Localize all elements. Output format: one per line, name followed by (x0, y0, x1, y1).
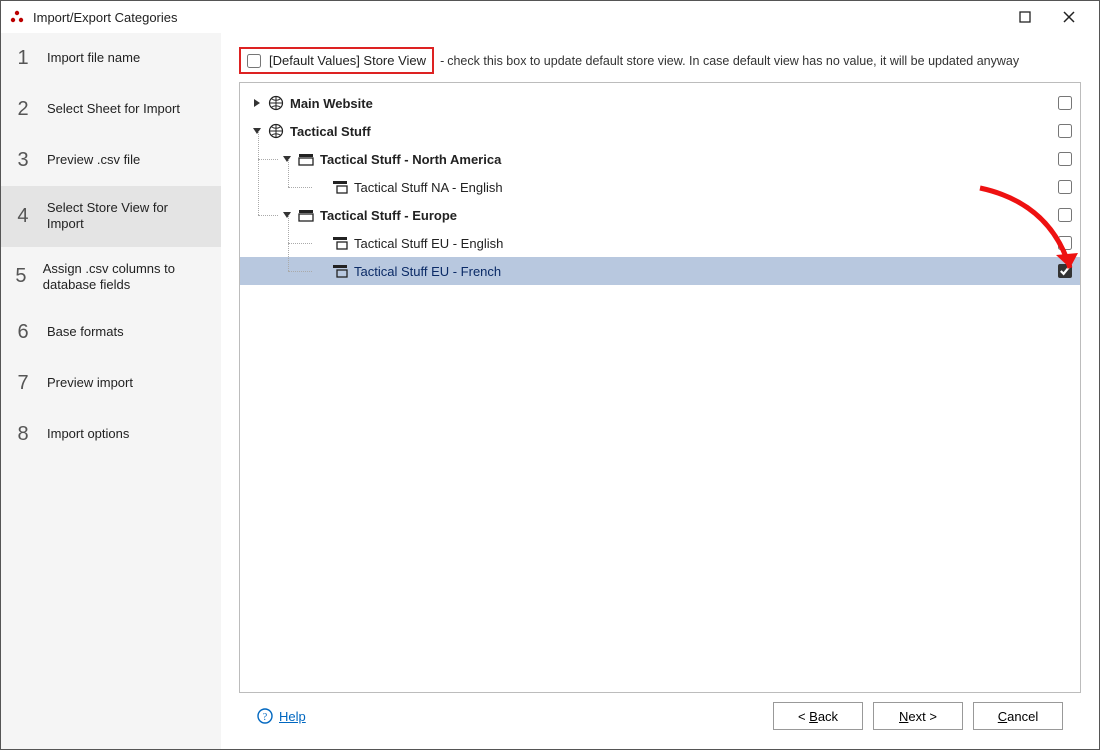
step-number: 8 (15, 423, 31, 446)
store-group-icon (298, 151, 314, 167)
expand-toggle[interactable] (250, 96, 264, 110)
step-label: Preview import (47, 375, 133, 391)
cancel-button[interactable]: Cancel (973, 702, 1063, 730)
step-number: 5 (15, 265, 27, 288)
tree-node-checkbox[interactable] (1058, 96, 1072, 110)
step-label: Import options (47, 426, 129, 442)
wizard-body: 1 Import file name 2 Select Sheet for Im… (1, 33, 1099, 749)
store-view-icon (332, 235, 348, 251)
wizard-footer: ? Help < Back Next > Cancel (239, 693, 1081, 749)
tree-node-store-view[interactable]: Tactical Stuff EU - French (240, 257, 1080, 285)
step-number: 6 (15, 321, 31, 344)
tree-node-checkbox[interactable] (1058, 152, 1072, 166)
store-view-icon (332, 179, 348, 195)
help-label: Help (279, 709, 306, 724)
step-4[interactable]: 4 Select Store View for Import (1, 186, 221, 247)
tree-node-website[interactable]: Tactical Stuff (240, 117, 1080, 145)
next-button[interactable]: Next > (873, 702, 963, 730)
collapse-toggle[interactable] (250, 124, 264, 138)
globe-icon (268, 123, 284, 139)
tree-node-store-view[interactable]: Tactical Stuff NA - English (240, 173, 1080, 201)
step-label: Base formats (47, 324, 124, 340)
app-icon (9, 9, 25, 25)
tree-node-checkbox[interactable] (1058, 208, 1072, 222)
tree-node-label: Tactical Stuff EU - French (354, 264, 501, 279)
tree-node-store-group[interactable]: Tactical Stuff - North America (240, 145, 1080, 173)
back-button[interactable]: < Back (773, 702, 863, 730)
collapse-toggle[interactable] (280, 152, 294, 166)
step-number: 1 (15, 47, 31, 70)
wizard-main-panel: [Default Values] Store View -check this … (221, 33, 1099, 749)
step-3[interactable]: 3 Preview .csv file (1, 135, 221, 186)
wizard-window: Import/Export Categories 1 Import file n… (0, 0, 1100, 750)
tree-node-checkbox[interactable] (1058, 264, 1072, 278)
tree-node-label: Tactical Stuff - Europe (320, 208, 457, 223)
default-values-hint: -check this box to update default store … (440, 54, 1019, 68)
help-link[interactable]: ? Help (257, 708, 306, 724)
step-label: Select Store View for Import (47, 200, 207, 233)
step-label: Import file name (47, 50, 140, 66)
collapse-toggle[interactable] (280, 208, 294, 222)
svg-text:?: ? (263, 712, 268, 723)
tree-node-checkbox[interactable] (1058, 180, 1072, 194)
tree-node-label: Tactical Stuff - North America (320, 152, 501, 167)
step-7[interactable]: 7 Preview import (1, 358, 221, 409)
close-button[interactable] (1047, 2, 1091, 32)
store-view-tree-panel: Main Website Tactical Stuff (239, 82, 1081, 693)
default-values-checkbox[interactable] (247, 54, 261, 68)
store-view-tree: Main Website Tactical Stuff (240, 83, 1080, 291)
step-label: Preview .csv file (47, 152, 140, 168)
tree-node-label: Tactical Stuff EU - English (354, 236, 503, 251)
maximize-button[interactable] (1003, 2, 1047, 32)
store-view-icon (332, 263, 348, 279)
tree-node-checkbox[interactable] (1058, 124, 1072, 138)
step-2[interactable]: 2 Select Sheet for Import (1, 84, 221, 135)
store-group-icon (298, 207, 314, 223)
step-1[interactable]: 1 Import file name (1, 33, 221, 84)
step-number: 3 (15, 149, 31, 172)
step-6[interactable]: 6 Base formats (1, 307, 221, 358)
step-label: Select Sheet for Import (47, 101, 180, 117)
tree-node-label: Main Website (290, 96, 373, 111)
step-number: 2 (15, 98, 31, 121)
step-label: Assign .csv columns to database fields (43, 261, 207, 294)
default-values-label: [Default Values] Store View (269, 53, 426, 68)
tree-node-label: Tactical Stuff (290, 124, 371, 139)
window-title: Import/Export Categories (33, 10, 178, 25)
tree-node-store-group[interactable]: Tactical Stuff - Europe (240, 201, 1080, 229)
globe-icon (268, 95, 284, 111)
step-number: 7 (15, 372, 31, 395)
wizard-steps-sidebar: 1 Import file name 2 Select Sheet for Im… (1, 33, 221, 749)
default-values-highlight: [Default Values] Store View (239, 47, 434, 74)
titlebar: Import/Export Categories (1, 1, 1099, 33)
tree-node-store-view[interactable]: Tactical Stuff EU - English (240, 229, 1080, 257)
tree-node-label: Tactical Stuff NA - English (354, 180, 503, 195)
default-values-row: [Default Values] Store View -check this … (239, 47, 1081, 74)
step-5[interactable]: 5 Assign .csv columns to database fields (1, 247, 221, 308)
step-8[interactable]: 8 Import options (1, 409, 221, 460)
tree-node-checkbox[interactable] (1058, 236, 1072, 250)
step-number: 4 (15, 205, 31, 228)
tree-node-website[interactable]: Main Website (240, 89, 1080, 117)
